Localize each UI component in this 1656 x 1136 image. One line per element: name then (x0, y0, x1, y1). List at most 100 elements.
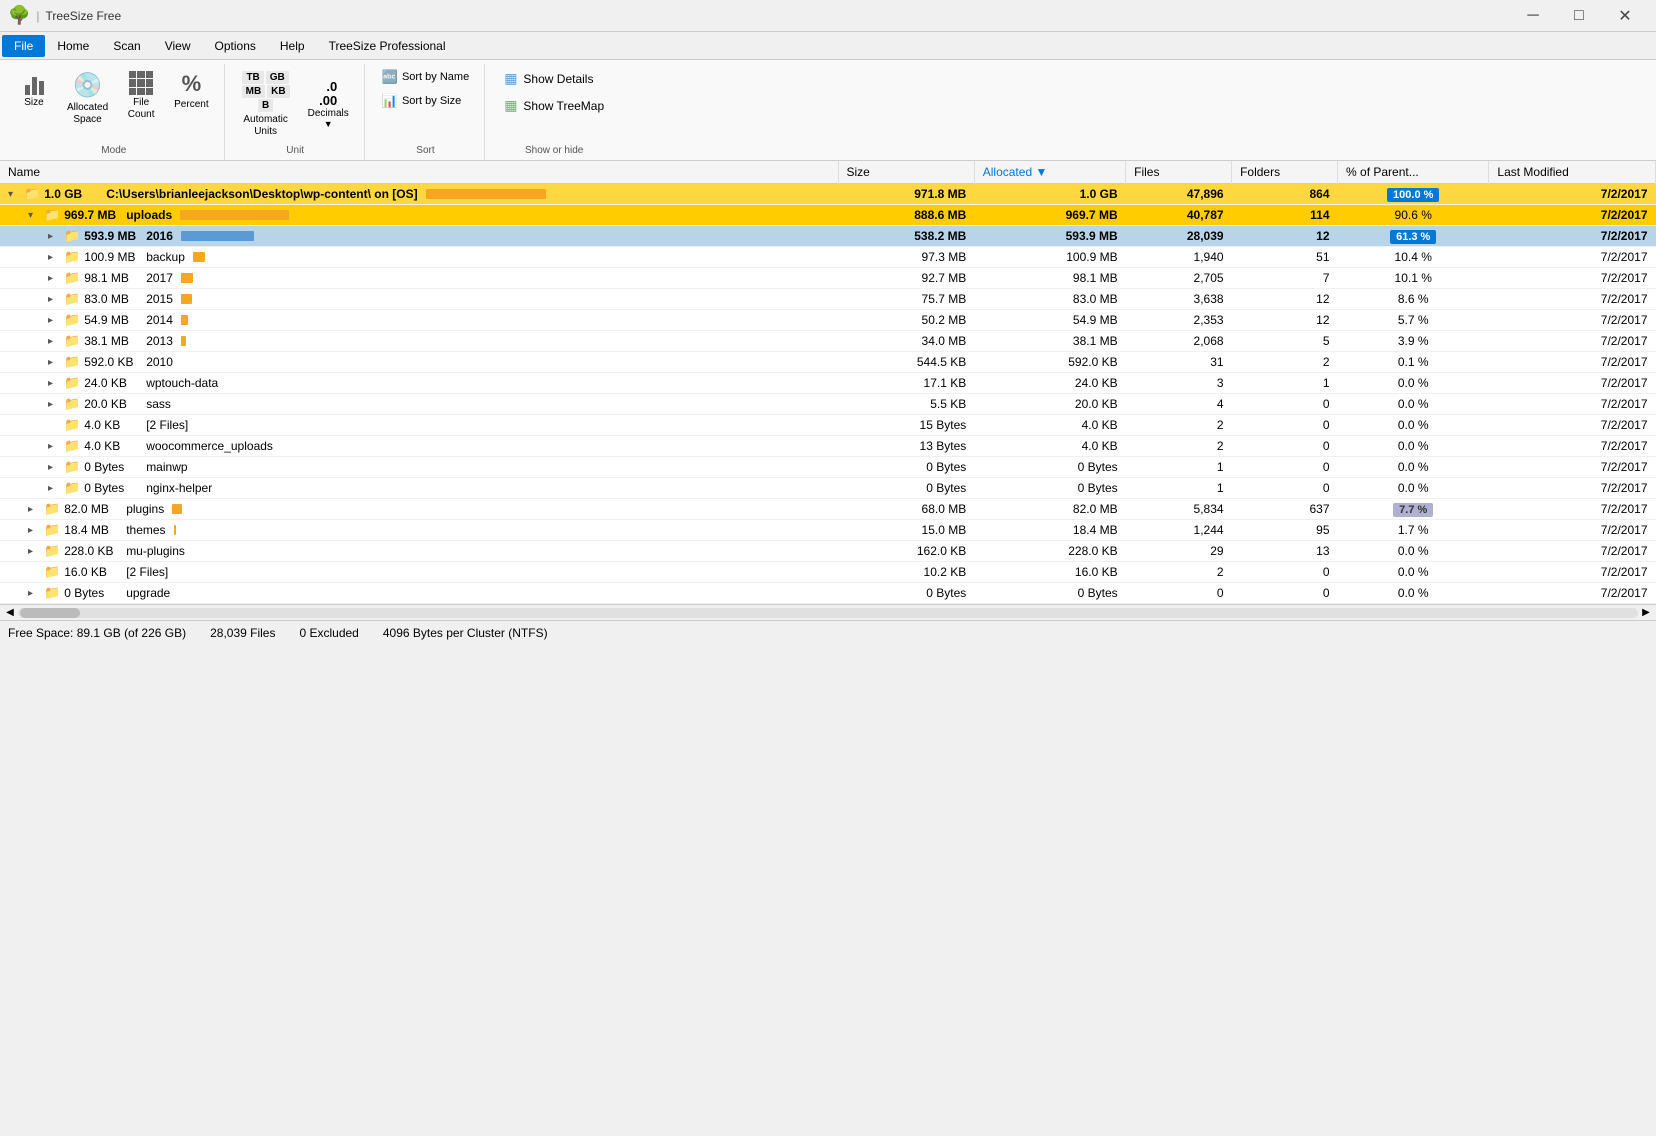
scroll-right-button[interactable]: ▶ (1638, 607, 1654, 618)
size-label: 20.0 KB (84, 397, 144, 411)
menu-options[interactable]: Options (203, 35, 268, 57)
expand-button[interactable]: ▸ (28, 504, 42, 515)
col-header-size[interactable]: Size (838, 161, 974, 184)
menu-home[interactable]: Home (45, 35, 101, 57)
table-row[interactable]: ▸ 📁 18.4 MB themes 15.0 MB18.4 MB1,24495… (0, 520, 1656, 541)
size-bar (180, 210, 289, 220)
sort-by-size-button[interactable]: 📊 Sort by Size (375, 90, 476, 112)
name-label: 2017 (146, 271, 173, 285)
expand-button[interactable]: ▸ (48, 336, 62, 347)
expand-button[interactable]: ▾ (8, 189, 22, 200)
col-header-modified[interactable]: Last Modified (1489, 161, 1656, 184)
expand-button[interactable]: ▸ (48, 378, 62, 389)
table-row[interactable]: ▸ 📁 0 Bytes mainwp 0 Bytes0 Bytes100.0 %… (0, 457, 1656, 478)
pct-value: 10.4 % (1395, 250, 1432, 264)
disk-icon: 💿 (73, 71, 103, 100)
size-bar (172, 504, 182, 514)
table-row[interactable]: ▾ 📁 969.7 MB uploads 888.6 MB969.7 MB40,… (0, 205, 1656, 226)
scrollbar-track[interactable] (18, 608, 1638, 618)
tree-table: Name Size Allocated ▼ Files Folders % of… (0, 161, 1656, 604)
mode-percent-button[interactable]: % Percent (167, 66, 215, 116)
col-header-allocated[interactable]: Allocated ▼ (974, 161, 1125, 184)
cell-allocated: 100.9 MB (974, 247, 1125, 268)
decimals-button[interactable]: .0 .00 Decimals ▼ (301, 75, 356, 135)
table-row[interactable]: ▸ 📁 82.0 MB plugins 68.0 MB82.0 MB5,8346… (0, 499, 1656, 520)
cell-modified: 7/2/2017 (1489, 289, 1656, 310)
mode-filecount-button[interactable]: FileCount (119, 66, 163, 126)
cell-name: ▸ 📁 592.0 KB 2010 (0, 352, 838, 373)
col-header-files[interactable]: Files (1126, 161, 1232, 184)
expand-button[interactable]: ▸ (48, 441, 62, 452)
cell-folders: 0 (1232, 457, 1338, 478)
table-row[interactable]: ▸ 📁 54.9 MB 2014 50.2 MB54.9 MB2,353125.… (0, 310, 1656, 331)
expand-button[interactable]: ▸ (48, 294, 62, 305)
expand-button[interactable]: ▸ (28, 525, 42, 536)
automatic-units-button[interactable]: TB GB MB KB B AutomaticUnits (235, 66, 297, 143)
cell-percent: 0.0 % (1338, 478, 1489, 499)
cell-size: 97.3 MB (838, 247, 974, 268)
table-row[interactable]: ▸ 📁 83.0 MB 2015 75.7 MB83.0 MB3,638128.… (0, 289, 1656, 310)
size-label: 0 Bytes (84, 481, 144, 495)
menu-scan[interactable]: Scan (101, 35, 152, 57)
horizontal-scrollbar[interactable]: ◀ ▶ (0, 604, 1656, 620)
table-row[interactable]: 📁 4.0 KB [2 Files] 15 Bytes4.0 KB200.0 %… (0, 415, 1656, 436)
menu-view[interactable]: View (153, 35, 203, 57)
expand-button[interactable]: ▸ (48, 399, 62, 410)
cell-folders: 12 (1232, 310, 1338, 331)
size-bar (181, 315, 188, 325)
cell-folders: 637 (1232, 499, 1338, 520)
table-row[interactable]: ▸ 📁 228.0 KB mu-plugins 162.0 KB228.0 KB… (0, 541, 1656, 562)
cell-files: 2,353 (1126, 310, 1232, 331)
menu-help[interactable]: Help (268, 35, 317, 57)
show-details-button[interactable]: ▦ Show Details (495, 66, 613, 91)
mode-size-button[interactable]: Size (12, 66, 56, 114)
col-header-folders[interactable]: Folders (1232, 161, 1338, 184)
expand-button[interactable]: ▸ (28, 546, 42, 557)
folder-icon: 📁 (44, 207, 60, 223)
expand-button[interactable]: ▾ (28, 210, 42, 221)
maximize-button[interactable]: □ (1556, 0, 1602, 32)
menu-treesize-pro[interactable]: TreeSize Professional (317, 35, 458, 57)
minimize-button[interactable]: ─ (1510, 0, 1556, 32)
show-treemap-button[interactable]: ▦ Show TreeMap (495, 93, 613, 118)
cell-files: 40,787 (1126, 205, 1232, 226)
col-header-name[interactable]: Name (0, 161, 838, 184)
table-row[interactable]: ▸ 📁 24.0 KB wptouch-data 17.1 KB24.0 KB3… (0, 373, 1656, 394)
expand-button[interactable]: ▸ (48, 273, 62, 284)
table-row[interactable]: ▸ 📁 0 Bytes nginx-helper 0 Bytes0 Bytes1… (0, 478, 1656, 499)
cell-files: 1,940 (1126, 247, 1232, 268)
table-row[interactable]: ▸ 📁 38.1 MB 2013 34.0 MB38.1 MB2,06853.9… (0, 331, 1656, 352)
col-header-percent[interactable]: % of Parent... (1338, 161, 1489, 184)
sort-by-name-button[interactable]: 🔤 Sort by Name (375, 66, 476, 88)
expand-button[interactable]: ▸ (48, 252, 62, 263)
cell-modified: 7/2/2017 (1489, 436, 1656, 457)
table-row[interactable]: ▸ 📁 592.0 KB 2010 544.5 KB592.0 KB3120.1… (0, 352, 1656, 373)
cell-files: 47,896 (1126, 184, 1232, 205)
expand-button[interactable]: ▸ (48, 231, 62, 242)
table-row[interactable]: ▸ 📁 98.1 MB 2017 92.7 MB98.1 MB2,705710.… (0, 268, 1656, 289)
cell-folders: 114 (1232, 205, 1338, 226)
size-bar (181, 231, 254, 241)
table-row[interactable]: ▸ 📁 593.9 MB 2016 538.2 MB593.9 MB28,039… (0, 226, 1656, 247)
expand-button[interactable]: ▸ (48, 315, 62, 326)
mode-allocated-button[interactable]: 💿 AllocatedSpace (60, 66, 115, 131)
cell-percent: 0.0 % (1338, 415, 1489, 436)
table-row[interactable]: ▾ 📁 1.0 GB C:\Users\brianleejackson\Desk… (0, 184, 1656, 205)
cell-percent: 0.0 % (1338, 373, 1489, 394)
expand-button[interactable]: ▸ (28, 588, 42, 599)
table-row[interactable]: ▸ 📁 20.0 KB sass 5.5 KB20.0 KB400.0 %7/2… (0, 394, 1656, 415)
scroll-left-button[interactable]: ◀ (2, 607, 18, 618)
menu-file[interactable]: File (2, 35, 45, 57)
name-label: 2016 (146, 229, 173, 243)
table-row[interactable]: ▸ 📁 4.0 KB woocommerce_uploads 13 Bytes4… (0, 436, 1656, 457)
cell-modified: 7/2/2017 (1489, 352, 1656, 373)
expand-button[interactable]: ▸ (48, 483, 62, 494)
expand-button[interactable]: ▸ (48, 357, 62, 368)
scrollbar-thumb[interactable] (20, 608, 80, 618)
cell-size: 162.0 KB (838, 541, 974, 562)
table-row[interactable]: 📁 16.0 KB [2 Files] 10.2 KB16.0 KB200.0 … (0, 562, 1656, 583)
table-row[interactable]: ▸ 📁 100.9 MB backup 97.3 MB100.9 MB1,940… (0, 247, 1656, 268)
table-row[interactable]: ▸ 📁 0 Bytes upgrade 0 Bytes0 Bytes000.0 … (0, 583, 1656, 604)
close-button[interactable]: ✕ (1602, 0, 1648, 32)
expand-button[interactable]: ▸ (48, 462, 62, 473)
